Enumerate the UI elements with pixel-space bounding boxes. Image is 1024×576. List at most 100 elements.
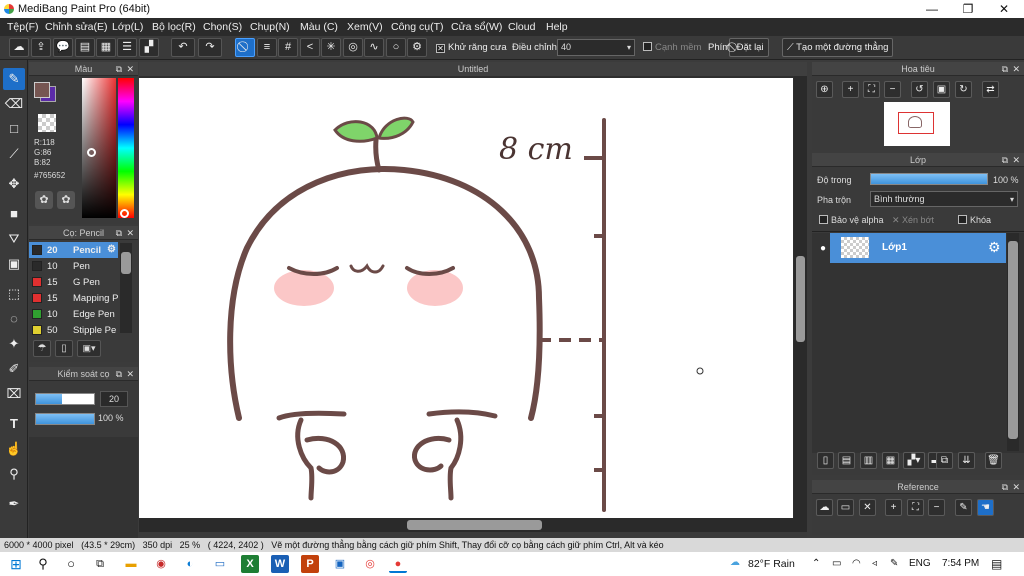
fill-rect-tool-icon[interactable]: ■: [3, 203, 25, 225]
comment-icon[interactable]: 💬: [53, 38, 73, 57]
duplicate-layer-icon[interactable]: ⧉: [936, 452, 953, 469]
close-icon[interactable]: ✕: [126, 226, 134, 240]
hue-cursor[interactable]: [120, 209, 129, 218]
menu-tools[interactable]: Công cụ(T): [391, 21, 444, 33]
canvas-tab[interactable]: Untitled: [139, 62, 807, 76]
gradient-tool-icon[interactable]: ▣: [3, 253, 25, 275]
powerpoint-icon[interactable]: P: [301, 555, 319, 573]
brush-list-item[interactable]: 10 Pen: [29, 258, 118, 274]
cloud-icon[interactable]: ☁: [9, 38, 29, 57]
popout-icon[interactable]: ⧉: [1002, 153, 1008, 167]
brush-size-slider[interactable]: [35, 393, 95, 405]
zoom-out-icon[interactable]: −: [884, 81, 901, 98]
network-icon[interactable]: ▭: [832, 558, 841, 569]
brush-list-scrollbar[interactable]: [120, 243, 132, 333]
transparent-color-swatch[interactable]: [38, 114, 56, 132]
new-brush-icon[interactable]: ▯: [55, 340, 73, 357]
brush-tool-icon[interactable]: ✎: [3, 68, 25, 90]
menu-cloud[interactable]: Cloud: [508, 21, 535, 33]
notifications-icon[interactable]: ▤: [991, 557, 1002, 571]
canvas-horizontal-scrollbar[interactable]: [139, 518, 807, 532]
brush-list-item[interactable]: 10 Edge Pen: [29, 306, 118, 322]
wifi-icon[interactable]: ◠: [852, 558, 861, 569]
new-1bit-layer-icon[interactable]: ▦: [882, 452, 899, 469]
merge-down-icon[interactable]: ⇊: [958, 452, 975, 469]
minimize-button[interactable]: —: [914, 0, 950, 18]
brush-add-icon[interactable]: ☂: [33, 340, 51, 357]
new-halftone-layer-icon[interactable]: ▤: [838, 452, 855, 469]
board-icon[interactable]: ▤: [75, 38, 95, 57]
popout-icon[interactable]: ⧉: [1002, 480, 1008, 494]
close-icon[interactable]: ✕: [1012, 62, 1020, 76]
foreground-color-swatch[interactable]: [34, 82, 50, 98]
menu-window[interactable]: Cửa sổ(W): [451, 21, 502, 33]
navigator-preview[interactable]: [884, 102, 950, 146]
rotate-left-icon[interactable]: ↺: [911, 81, 928, 98]
menu-color[interactable]: Màu (C): [300, 21, 338, 33]
document-icon[interactable]: ▦: [96, 38, 116, 57]
bucket-tool-icon[interactable]: ⛛: [3, 228, 25, 250]
visibility-eye-icon[interactable]: ●: [816, 235, 830, 263]
export-icon[interactable]: ⇪: [31, 38, 51, 57]
canvas-vertical-scrollbar[interactable]: [794, 76, 807, 518]
volume-icon[interactable]: ◃: [872, 558, 877, 569]
list-icon[interactable]: ☰: [117, 38, 137, 57]
close-icon[interactable]: ✕: [126, 62, 134, 76]
fit-window-icon[interactable]: ▣: [933, 81, 950, 98]
zoom-app-icon[interactable]: ▣: [331, 555, 349, 573]
actual-size-icon[interactable]: ⛶: [863, 81, 880, 98]
edge-browser-icon[interactable]: ◐: [181, 555, 199, 573]
layer-settings-gear-icon[interactable]: ⚙: [988, 239, 1001, 256]
magic-wand-tool-icon[interactable]: ✦: [3, 333, 25, 355]
saturation-value-picker[interactable]: [82, 78, 116, 218]
menu-file[interactable]: Tệp(F): [7, 21, 39, 33]
zoom-in-icon[interactable]: +: [885, 499, 902, 516]
select-eraser-tool-icon[interactable]: ⌧: [3, 383, 25, 405]
move-tool-icon[interactable]: ✥: [3, 173, 25, 195]
new-8bit-layer-icon[interactable]: ▥: [860, 452, 877, 469]
lock-checkbox[interactable]: Khóa: [958, 215, 991, 225]
hue-slider[interactable]: [118, 78, 134, 218]
concentric-snap-icon[interactable]: ◎: [343, 38, 363, 57]
canvas[interactable]: 8 cm: [139, 78, 793, 518]
adjust-select[interactable]: 40 ▾: [557, 39, 635, 56]
search-icon[interactable]: ⚲: [34, 555, 52, 573]
add-layer-menu-icon[interactable]: ▞▾: [903, 452, 925, 469]
popout-icon[interactable]: ⧉: [116, 367, 122, 381]
popout-icon[interactable]: ⧉: [116, 226, 122, 240]
reset-button[interactable]: ⃠ Đặt lại: [729, 38, 769, 57]
perspective-snap-icon[interactable]: <: [300, 38, 320, 57]
weather-text[interactable]: 82°F Rain: [748, 558, 795, 570]
menu-help[interactable]: Help: [546, 21, 568, 33]
close-reference-icon[interactable]: ✕: [859, 499, 876, 516]
delete-layer-icon[interactable]: 🗑: [985, 452, 1002, 469]
menu-select[interactable]: Chọn(S): [203, 21, 242, 33]
scrollbar-thumb[interactable]: [407, 520, 542, 530]
flip-icon[interactable]: ⇄: [982, 81, 999, 98]
language-indicator[interactable]: ENG: [909, 558, 931, 569]
color-picker-cursor[interactable]: [87, 148, 96, 157]
menu-layer[interactable]: Lớp(L): [112, 21, 143, 33]
circle-snap-icon[interactable]: ○: [386, 38, 406, 57]
straight-line-button[interactable]: ⟋ Tạo một đường thẳng: [782, 38, 894, 57]
cortana-icon[interactable]: ○: [62, 555, 80, 573]
eyedropper-tool-icon[interactable]: ⚲: [3, 463, 25, 485]
dot-line-tool-icon[interactable]: ⟋: [3, 143, 25, 165]
no-snap-icon[interactable]: ⃠: [235, 38, 255, 57]
word-icon[interactable]: W: [271, 555, 289, 573]
menu-edit[interactable]: Chỉnh sửa(E): [45, 21, 107, 33]
rotate-right-icon[interactable]: ↻: [955, 81, 972, 98]
file-explorer-icon[interactable]: ▬: [122, 555, 140, 573]
menu-capture[interactable]: Chụp(N): [250, 21, 290, 33]
redo-icon[interactable]: ↷: [198, 38, 222, 57]
radial-snap-icon[interactable]: ✳: [321, 38, 341, 57]
desktop-icon[interactable]: ▭: [211, 555, 229, 573]
zoom-fit-icon[interactable]: ⊕: [816, 81, 833, 98]
lasso-tool-icon[interactable]: ◌: [3, 308, 25, 330]
pen-icon[interactable]: ✎: [890, 558, 898, 569]
zoom-in-icon[interactable]: +: [842, 81, 859, 98]
eyedropper-icon[interactable]: ✎: [955, 499, 972, 516]
grid-layout-icon[interactable]: ▞: [139, 38, 159, 57]
maximize-button[interactable]: ❐: [950, 0, 986, 18]
close-button[interactable]: ✕: [986, 0, 1022, 18]
